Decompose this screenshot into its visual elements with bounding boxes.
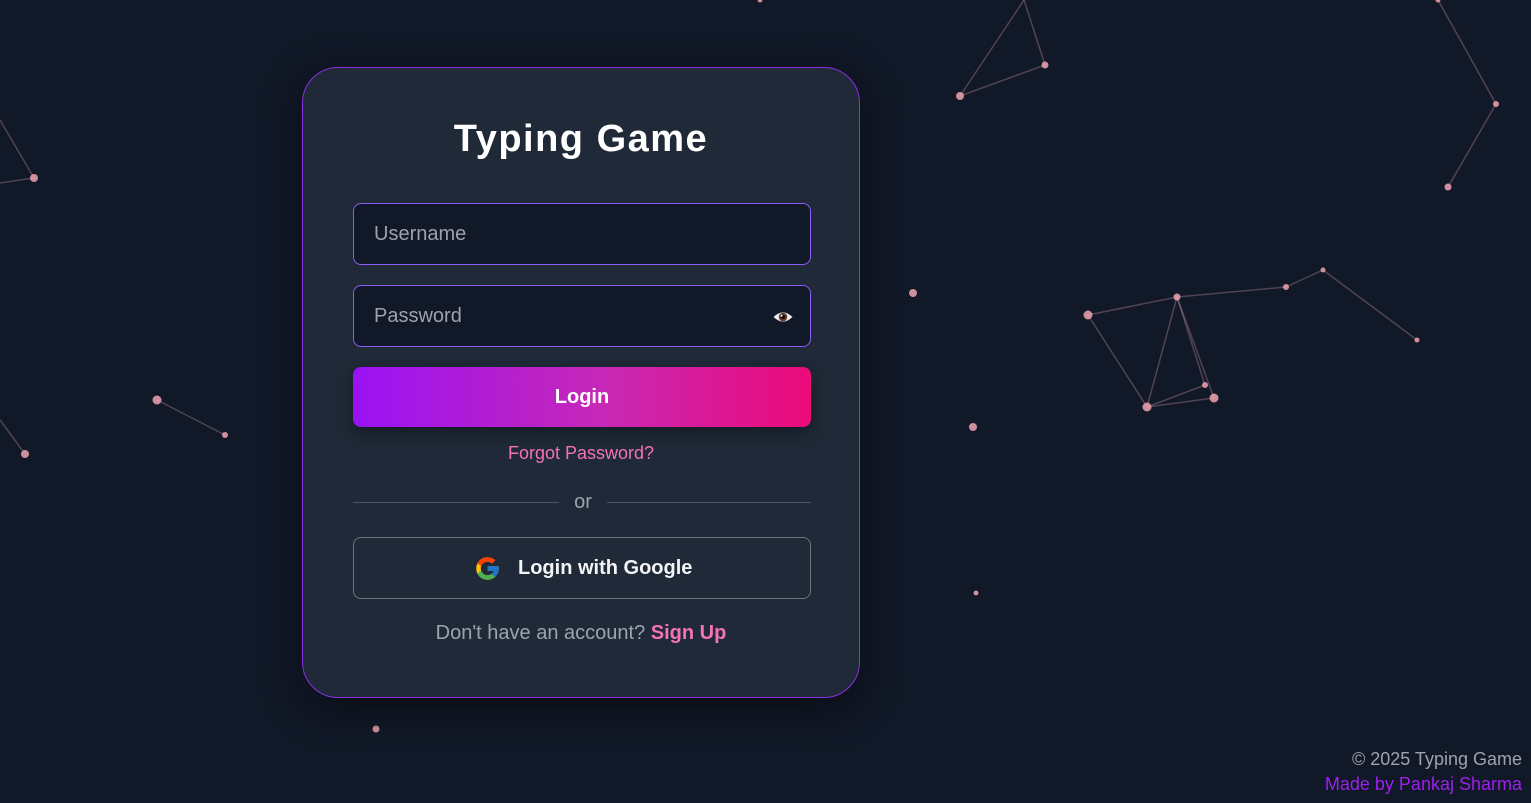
particle-dot: [757, 0, 763, 3]
password-input[interactable]: [354, 286, 810, 346]
password-field: [353, 285, 811, 347]
login-card: Typing Game Login Forgot Password? or Lo…: [302, 67, 860, 698]
copyright-text: © 2025 Typing Game: [1351, 749, 1522, 769]
divider-line-right: [607, 502, 811, 503]
login-button[interactable]: Login: [353, 367, 811, 427]
forgot-password-link[interactable]: Forgot Password?: [303, 443, 859, 464]
signup-prompt: Don't have an account?: [435, 622, 646, 644]
particle-link: [0, 119, 35, 179]
particle-dot: [1173, 293, 1181, 301]
google-logo-icon: [476, 557, 499, 580]
particle-link: [1087, 296, 1178, 316]
username-field: [353, 203, 811, 265]
particle-link: [156, 399, 226, 436]
google-login-button[interactable]: Login with Google: [353, 537, 811, 599]
particle-link: [1447, 103, 1497, 188]
particle-dot: [372, 725, 380, 733]
signup-row: Don't have an account? Sign Up: [303, 622, 859, 645]
particle-dot: [1414, 337, 1420, 343]
particle-link: [0, 177, 35, 184]
eye-icon[interactable]: [773, 307, 793, 327]
particle-dot: [30, 174, 38, 182]
particle-dot: [1083, 310, 1093, 320]
particle-dot: [1444, 183, 1452, 191]
particle-dot: [973, 590, 979, 596]
particle-dot: [956, 92, 964, 100]
particle-link: [1087, 314, 1148, 408]
particle-link: [1023, 0, 1046, 66]
particle-dot: [152, 395, 162, 405]
google-login-label: Login with Google: [518, 557, 693, 579]
particle-dot: [1283, 284, 1289, 290]
particle-link: [1437, 0, 1497, 105]
particle-link: [1176, 296, 1215, 399]
particle-link: [1176, 286, 1287, 298]
particle-link: [0, 419, 26, 455]
particle-link: [1146, 296, 1178, 408]
particle-dot: [969, 423, 977, 431]
particle-dot: [1202, 382, 1208, 388]
particle-dot: [1041, 61, 1049, 69]
particle-dot: [1320, 267, 1326, 273]
particle-dot: [909, 289, 917, 297]
particle-dot: [21, 450, 29, 458]
particle-link: [959, 64, 1046, 97]
divider-text: or: [574, 491, 592, 513]
particle-dot: [1142, 402, 1152, 412]
particle-link: [959, 0, 1025, 97]
particle-dot: [1493, 101, 1499, 107]
particle-link: [1322, 269, 1418, 341]
username-input[interactable]: [354, 204, 810, 264]
page-title: Typing Game: [453, 118, 709, 160]
particle-dot: [222, 432, 228, 438]
particle-dot: [1209, 393, 1219, 403]
made-by-text: Made by Pankaj Sharma: [1324, 774, 1522, 794]
divider-line-left: [353, 502, 559, 503]
particle-link: [1285, 269, 1324, 288]
signup-link[interactable]: Sign Up: [651, 622, 727, 644]
